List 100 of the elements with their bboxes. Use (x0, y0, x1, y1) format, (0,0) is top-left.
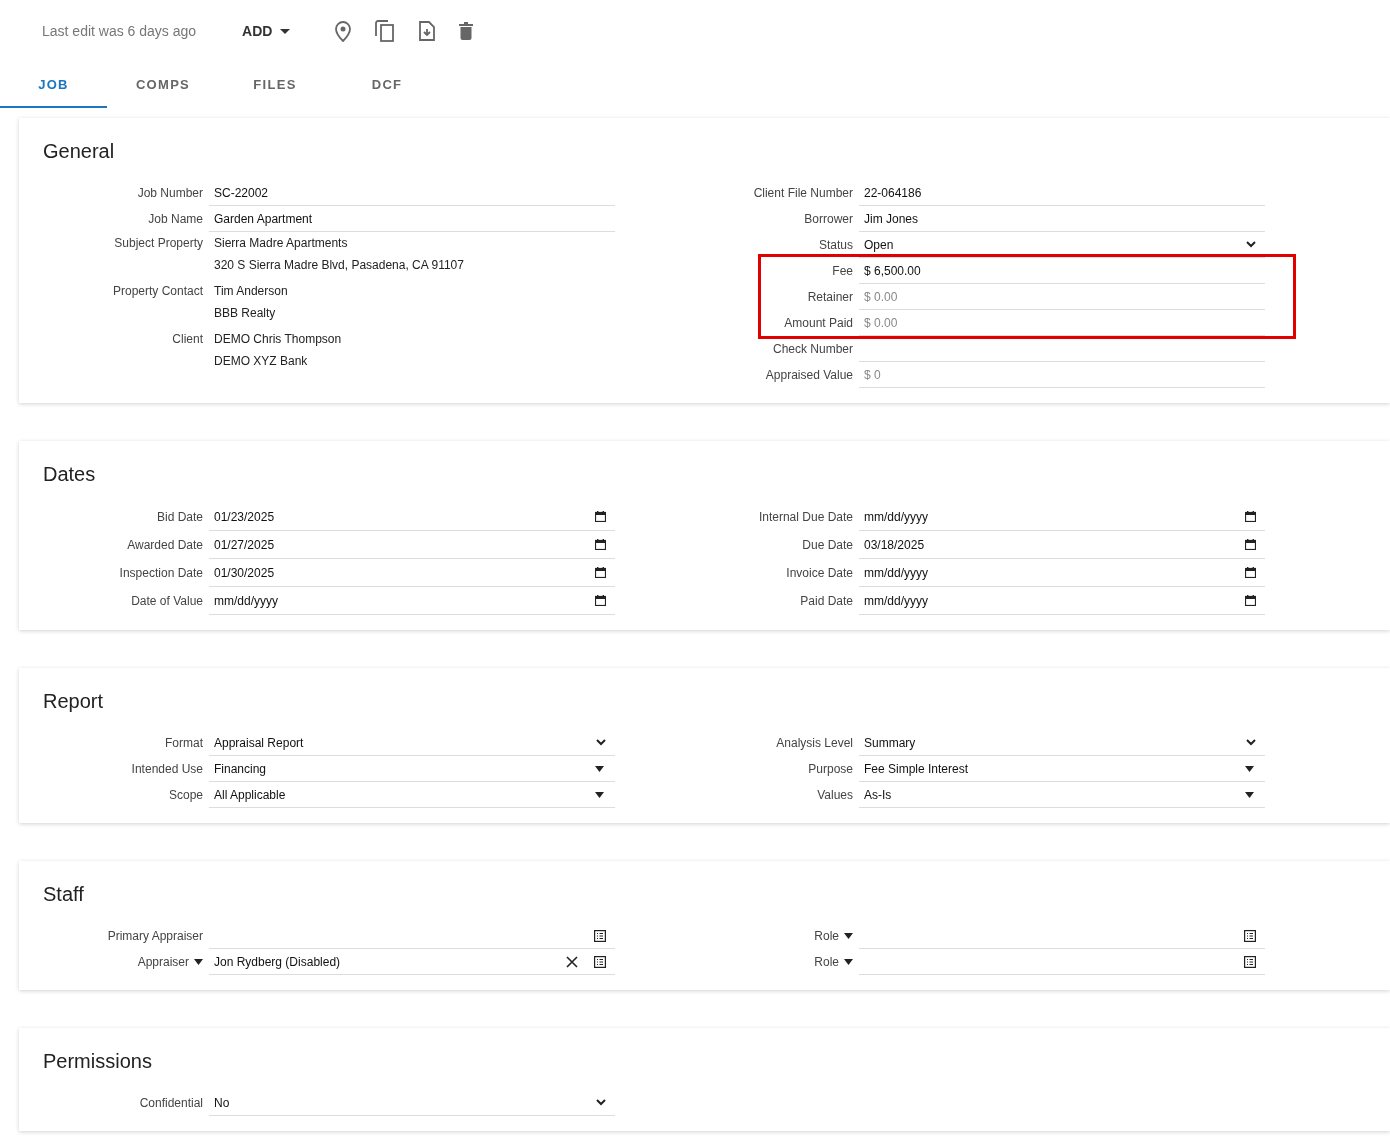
select-field[interactable]: Appraisal Report (209, 730, 615, 756)
list-icon[interactable] (594, 955, 606, 968)
select-field[interactable]: As-Is (859, 782, 1265, 808)
field-label: Amount Paid (783, 316, 853, 330)
field-label: Intended Use (130, 762, 203, 776)
date-field[interactable]: mm/dd/yyyy (859, 559, 1265, 587)
field-label: Job Number (136, 186, 203, 200)
field-label: Scope (167, 788, 203, 802)
field-label: Subject Property (113, 235, 203, 252)
map-pin-icon[interactable] (335, 20, 352, 42)
input-field[interactable]: $ 0 (859, 362, 1265, 388)
select-field[interactable]: Open (859, 232, 1265, 258)
role-menu-button[interactable]: Appraiser (137, 955, 203, 969)
calendar-icon[interactable] (595, 539, 606, 550)
date-field[interactable]: mm/dd/yyyy (859, 587, 1265, 615)
date-field[interactable]: 01/27/2025 (209, 531, 615, 559)
section-title: General (43, 139, 116, 163)
field-label: Fee (831, 264, 853, 278)
date-field[interactable]: mm/dd/yyyy (209, 587, 615, 615)
select-field[interactable]: Summary (859, 730, 1265, 756)
input-field[interactable]: 22-064186 (859, 180, 1265, 206)
input-field[interactable]: $ 0.00 (859, 284, 1265, 310)
calendar-icon[interactable] (1245, 511, 1256, 522)
last-edit-text: Last edit was 6 days ago (42, 23, 197, 39)
field-label: Date of Value (130, 594, 203, 608)
close-icon[interactable] (566, 955, 578, 968)
select-field[interactable]: Financing (209, 756, 615, 782)
trash-icon[interactable] (459, 22, 474, 40)
chevron-down-icon (1246, 739, 1256, 746)
field-label: Analysis Level (775, 736, 853, 750)
role-menu-button[interactable]: Role (814, 929, 853, 943)
caret-icon (844, 933, 853, 939)
chevron-down-icon (1246, 241, 1256, 248)
date-field[interactable]: 03/18/2025 (859, 531, 1265, 559)
field-label: Check Number (771, 342, 853, 356)
section-title: Dates (43, 462, 97, 486)
field-label: Invoice Date (785, 566, 853, 580)
field-label: Awarded Date (126, 538, 203, 552)
input-field[interactable]: $ 0.00 (859, 310, 1265, 336)
date-field[interactable]: mm/dd/yyyy (859, 503, 1265, 531)
lookup-field[interactable]: Jon Rydberg (Disabled) (209, 949, 615, 975)
tab[interactable]: COMPS (107, 62, 219, 108)
input-field[interactable]: SC-22002 (209, 180, 615, 206)
list-icon[interactable] (1244, 955, 1256, 968)
caret-icon (1245, 791, 1254, 798)
field-label: Inspection Date (118, 566, 203, 580)
select-field[interactable]: No (209, 1090, 615, 1116)
calendar-icon[interactable] (595, 567, 606, 578)
caret-icon (844, 959, 853, 965)
calendar-icon[interactable] (1245, 539, 1256, 550)
field-label: Primary Appraiser (106, 929, 203, 943)
tab[interactable]: FILES (219, 62, 331, 108)
field-label: Client File Number (752, 186, 853, 200)
field-text: BBB Realty (214, 305, 277, 322)
field-label: Bid Date (155, 510, 203, 524)
section-title: Report (43, 689, 105, 713)
field-text: Sierra Madre Apartments (214, 235, 349, 252)
input-field[interactable]: $ 6,500.00 (859, 258, 1265, 284)
select-field[interactable]: All Applicable (209, 782, 615, 808)
field-label: Borrower (803, 212, 853, 226)
chevron-down-icon (596, 1099, 606, 1106)
section-title: Staff (43, 882, 85, 906)
field-label: Appraised Value (764, 368, 853, 382)
calendar-icon[interactable] (1245, 567, 1256, 578)
field-label: Status (817, 238, 853, 252)
field-text: DEMO Chris Thompson (214, 331, 343, 348)
caret-icon (280, 28, 291, 34)
tab[interactable]: DCF (331, 62, 443, 108)
chevron-down-icon (596, 739, 606, 746)
field-text: Tim Anderson (214, 283, 289, 300)
calendar-icon[interactable] (1245, 595, 1256, 606)
caret-icon (595, 765, 604, 772)
date-field[interactable]: 01/23/2025 (209, 503, 615, 531)
input-field[interactable]: Jim Jones (859, 206, 1265, 232)
tab[interactable]: JOB (0, 62, 107, 108)
list-icon[interactable] (1244, 929, 1256, 942)
field-text: DEMO XYZ Bank (214, 353, 309, 370)
select-field[interactable]: Fee Simple Interest (859, 756, 1265, 782)
field-label: Internal Due Date (757, 510, 853, 524)
field-label: Values (816, 788, 853, 802)
input-field[interactable]: Garden Apartment (209, 206, 615, 232)
date-field[interactable]: 01/30/2025 (209, 559, 615, 587)
caret-icon (194, 959, 203, 965)
caret-icon (1245, 765, 1254, 772)
file-download-icon[interactable] (419, 21, 436, 41)
field-label: Confidential (138, 1096, 203, 1110)
field-label: Purpose (807, 762, 853, 776)
field-label: Retainer (806, 290, 853, 304)
list-icon[interactable] (594, 929, 606, 942)
caret-icon (595, 791, 604, 798)
field-label: Due Date (801, 538, 853, 552)
copy-icon[interactable] (375, 20, 396, 42)
calendar-icon[interactable] (595, 511, 606, 522)
field-label: Job Name (147, 212, 203, 226)
add-button[interactable]: ADD (242, 19, 291, 43)
field-label: Client (171, 331, 203, 348)
calendar-icon[interactable] (595, 595, 606, 606)
field-label: Property Contact (111, 283, 203, 300)
field-label: Paid Date (799, 594, 853, 608)
role-menu-button[interactable]: Role (814, 955, 853, 969)
